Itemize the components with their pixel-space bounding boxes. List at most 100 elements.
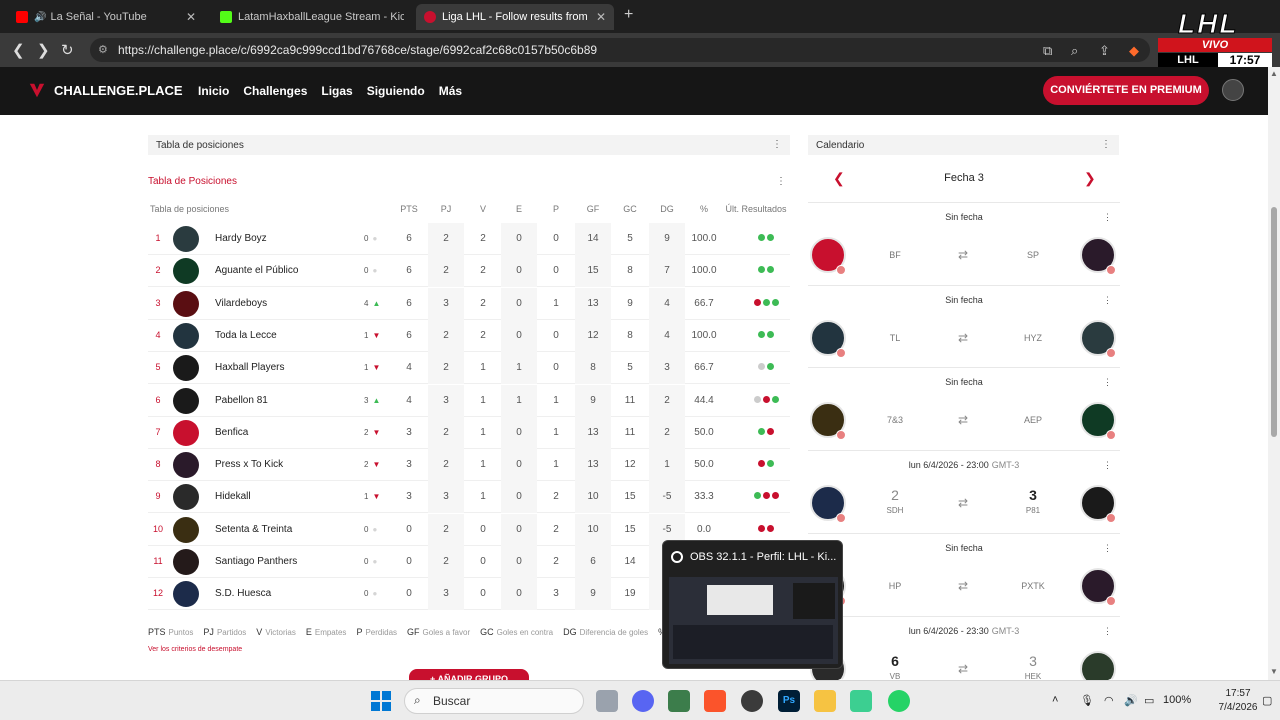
team-name[interactable]: Press x To Kick xyxy=(215,459,283,470)
next-round-icon[interactable]: ❯ xyxy=(1084,170,1096,187)
forward-icon[interactable]: ❯ xyxy=(37,41,50,59)
close-tab-icon[interactable]: ✕ xyxy=(596,10,606,24)
stat-p: 2 xyxy=(553,523,559,535)
team-name[interactable]: Setenta & Treinta xyxy=(215,524,292,535)
more-options-icon[interactable]: ⋮ xyxy=(772,139,782,150)
url-field[interactable]: ⚙ https://challenge.place/c/6992ca9c999c… xyxy=(90,38,1150,62)
nav-siguiendo[interactable]: Siguiendo xyxy=(367,84,425,98)
volume-icon[interactable]: 🔊 xyxy=(1124,694,1138,707)
notifications-icon[interactable]: ▢ xyxy=(1262,694,1272,707)
standings-group-link[interactable]: Tabla de Posiciones xyxy=(148,176,237,187)
avatar[interactable] xyxy=(1222,79,1244,101)
team-crest[interactable] xyxy=(173,484,199,511)
match-card[interactable]: Sin fecha ⋮ BF SP ⇄ xyxy=(808,202,1120,284)
team-name[interactable]: Hardy Boyz xyxy=(215,233,267,244)
nav-inicio[interactable]: Inicio xyxy=(198,84,229,98)
more-options-icon[interactable]: ⋮ xyxy=(1101,139,1111,150)
more-options-icon[interactable]: ⋮ xyxy=(1103,626,1112,637)
page-scrollbar[interactable]: ▲ ▼ xyxy=(1268,67,1280,680)
team-crest[interactable] xyxy=(173,452,199,479)
more-options-icon[interactable]: ⋮ xyxy=(1103,212,1112,223)
more-options-icon[interactable]: ⋮ xyxy=(1103,377,1112,388)
zoom-icon[interactable]: ⌕ xyxy=(1071,43,1078,59)
scroll-thumb[interactable] xyxy=(1271,207,1277,437)
wifi-icon[interactable]: ◠ xyxy=(1104,694,1114,707)
brave-browser-icon[interactable] xyxy=(704,690,726,712)
battery-icon[interactable]: ▭ xyxy=(1144,694,1154,707)
table-row[interactable]: 9 Hidekall 1 ▼ 3 3 1 0 2 10 15 -5 33.3 xyxy=(148,481,790,514)
obs-studio-icon[interactable] xyxy=(741,690,763,712)
microphone-icon[interactable]: 🎙 xyxy=(1080,694,1094,707)
team-name[interactable]: S.D. Huesca xyxy=(215,588,271,599)
share-icon[interactable]: ⇪ xyxy=(1099,43,1110,59)
obs-title-text: OBS 32.1.1 - Perfil: LHL - Ki... xyxy=(690,551,837,563)
windows-start-icon[interactable] xyxy=(371,691,391,711)
team-name[interactable]: Hidekall xyxy=(215,491,251,502)
haxball-app-icon[interactable] xyxy=(850,690,872,712)
tab-kick[interactable]: LatamHaxballLeague Stream - Kick D xyxy=(212,4,412,30)
team-crest[interactable] xyxy=(173,258,199,285)
match-card[interactable]: Sin fecha ⋮ 7&3 AEP ⇄ xyxy=(808,367,1120,449)
match-card[interactable]: lun 6/4/2026 - 23:00 GMT-3 ⋮ 2 3 SDH P81 ⇄ xyxy=(808,450,1120,532)
more-options-icon[interactable]: ⋮ xyxy=(1103,460,1112,471)
nav-ligas[interactable]: Ligas xyxy=(321,84,352,98)
system-clock[interactable]: 17:57 7/4/2026 xyxy=(1218,687,1258,715)
table-row[interactable]: 8 Press x To Kick 2 ▼ 3 2 1 0 1 13 12 1 50.0 xyxy=(148,449,790,482)
scroll-down-icon[interactable]: ▼ xyxy=(1270,667,1278,676)
team-name[interactable]: Benfica xyxy=(215,427,248,438)
team-crest[interactable] xyxy=(173,322,199,349)
team-crest[interactable] xyxy=(173,419,199,446)
table-row[interactable]: 7 Benfica 2 ▼ 3 2 1 0 1 13 11 2 50.0 xyxy=(148,416,790,449)
stat-pct: 33.3 xyxy=(694,491,714,503)
back-icon[interactable]: ❮ xyxy=(12,41,25,59)
team-crest[interactable] xyxy=(173,355,199,382)
team-crest[interactable] xyxy=(173,581,199,608)
team-crest[interactable] xyxy=(173,226,199,252)
team-name[interactable]: Pabellon 81 xyxy=(215,395,268,406)
reload-icon[interactable]: ↻ xyxy=(61,41,74,59)
more-options-icon[interactable]: ⋮ xyxy=(1103,295,1112,306)
task-view-icon[interactable] xyxy=(596,690,618,712)
team-crest[interactable] xyxy=(173,516,199,543)
team-crest[interactable] xyxy=(173,290,199,317)
tiebreak-criteria-link[interactable]: Ver los criterios de desempate xyxy=(148,646,242,653)
table-row[interactable]: 4 Toda la Lecce 1 ▼ 6 2 2 0 0 12 8 4 100.0 xyxy=(148,319,790,352)
file-explorer-icon[interactable] xyxy=(814,690,836,712)
table-row[interactable]: 1 Hardy Boyz 0 ● 6 2 2 0 0 14 5 9 100.0 xyxy=(148,223,790,255)
team-crest[interactable] xyxy=(173,387,199,414)
brand-logo[interactable]: CHALLENGE.PLACE xyxy=(28,81,183,99)
more-options-icon[interactable]: ⋮ xyxy=(1103,543,1112,554)
prev-round-icon[interactable]: ❮ xyxy=(833,170,845,187)
team-name[interactable]: Haxball Players xyxy=(215,362,284,373)
team-name[interactable]: Toda la Lecce xyxy=(215,330,277,341)
table-row[interactable]: 5 Haxball Players 1 ▼ 4 2 1 1 0 8 5 3 66.7 xyxy=(148,352,790,385)
tray-chevron-icon[interactable]: ˄ xyxy=(1052,694,1058,706)
new-tab-icon[interactable]: + xyxy=(624,6,633,24)
premium-button[interactable]: CONVIÉRTETE EN PREMIUM xyxy=(1043,76,1209,105)
brave-shield-icon[interactable]: ◆ xyxy=(1129,43,1139,59)
more-options-icon[interactable]: ⋮ xyxy=(776,176,786,187)
team-name[interactable]: Santiago Panthers xyxy=(215,556,297,567)
discord-icon[interactable] xyxy=(632,690,654,712)
match-card[interactable]: Sin fecha ⋮ TL HYZ ⇄ xyxy=(808,284,1120,367)
scroll-up-icon[interactable]: ▲ xyxy=(1270,69,1278,78)
obs-preview-popup[interactable]: OBS 32.1.1 - Perfil: LHL - Ki... xyxy=(662,540,843,669)
table-row[interactable]: 6 Pabellon 81 3 ▲ 4 3 1 1 1 9 11 2 44.4 xyxy=(148,384,790,417)
team-name[interactable]: Vilardeboys xyxy=(215,298,267,309)
match-card[interactable]: Sin fecha ⋮ HP PXTK ⇄ xyxy=(808,532,1120,615)
team-name[interactable]: Aguante el Público xyxy=(215,265,298,276)
open-external-icon[interactable]: ⧉ xyxy=(1043,43,1052,59)
team-crest[interactable] xyxy=(173,549,199,575)
table-row[interactable]: 2 Aguante el Público 0 ● 6 2 2 0 0 15 8 7 100.0 xyxy=(148,255,790,288)
nav-mas[interactable]: Más xyxy=(439,84,462,98)
nav-challenges[interactable]: Challenges xyxy=(243,84,307,98)
table-row[interactable]: 3 Vilardeboys 4 ▲ 6 3 2 0 1 13 9 4 66.7 xyxy=(148,287,790,320)
site-info-icon[interactable]: ⚙ xyxy=(98,43,108,56)
taskbar-search[interactable]: ⌕ Buscar xyxy=(404,688,584,714)
whatsapp-icon[interactable] xyxy=(888,690,910,712)
photoshop-icon[interactable]: Ps xyxy=(778,690,800,712)
close-tab-icon[interactable]: ✕ xyxy=(186,10,196,24)
tab-youtube[interactable]: 🔊 La Señal - YouTube ✕ xyxy=(8,4,204,30)
calculator-icon[interactable] xyxy=(668,690,690,712)
tab-challenge-place[interactable]: Liga LHL - Follow results from th ✕ xyxy=(416,4,614,30)
